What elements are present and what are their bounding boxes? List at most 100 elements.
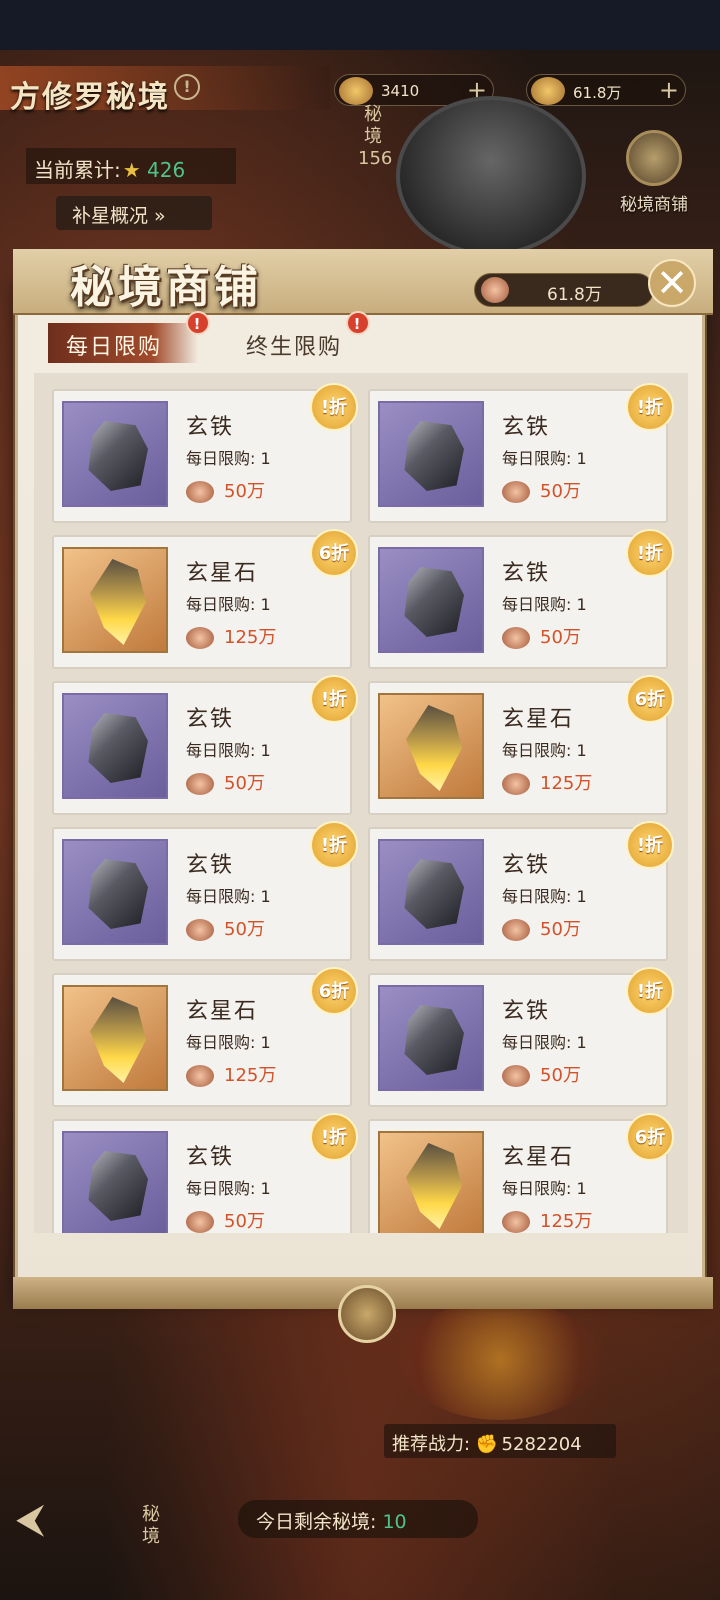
item-price: 125万 <box>186 1061 276 1089</box>
item-thumbnail <box>62 839 168 945</box>
item-price: 125万 <box>186 623 276 651</box>
coin-icon <box>186 1065 214 1087</box>
item-price: 50万 <box>186 769 265 797</box>
discount-badge: 6折 <box>626 675 674 723</box>
black-iron-icon <box>88 1151 148 1221</box>
item-card[interactable]: 玄星石 每日限购: 1 125万 6折 <box>52 967 358 1107</box>
item-thumbnail <box>62 693 168 799</box>
item-price: 125万 <box>502 1207 592 1233</box>
power-label: 推荐战力: <box>392 1434 471 1455</box>
discount-badge: 6折 <box>310 967 358 1015</box>
alert-badge-icon: ! <box>346 311 370 335</box>
boss-portrait[interactable] <box>396 96 586 256</box>
shop-emblem-icon <box>626 130 682 186</box>
help-icon[interactable]: ! <box>174 74 200 100</box>
item-card[interactable]: 玄铁 每日限购: 1 50万 !折 <box>368 529 674 669</box>
discount-badge: !折 <box>310 675 358 723</box>
item-grid[interactable]: 玄铁 每日限购: 1 50万 !折 玄铁 每日限购: 1 50万 !折 玄星石 … <box>34 373 688 1233</box>
star-stone-icon <box>406 1143 462 1229</box>
item-card[interactable]: 玄铁 每日限购: 1 50万 !折 <box>52 821 358 961</box>
alert-badge-icon: ! <box>186 311 210 335</box>
item-card[interactable]: 玄铁 每日限购: 1 50万 !折 <box>52 1113 358 1233</box>
black-iron-icon <box>88 713 148 783</box>
remaining-label: 今日剩余秘境: <box>256 1511 377 1533</box>
item-thumbnail <box>378 985 484 1091</box>
coin-icon <box>481 277 509 303</box>
status-bar <box>0 0 720 50</box>
star-stone-icon <box>406 705 462 791</box>
black-iron-icon <box>404 421 464 491</box>
coin-icon <box>186 773 214 795</box>
item-price: 50万 <box>502 915 581 943</box>
item-price: 50万 <box>502 477 581 505</box>
coin-icon <box>502 481 530 503</box>
gold-ingot-icon <box>339 77 373 105</box>
shop-tabs: 每日限购 ! 终生限购 ! <box>42 311 442 363</box>
coin-icon <box>502 1211 530 1233</box>
shop-dialog: 秘境商铺 61.8万 ✕ 每日限购 ! 终生限购 ! 玄铁 每日限购: 1 50… <box>13 249 713 1343</box>
star-tally: 当前累计: ★ 426 <box>26 148 236 184</box>
price-value: 50万 <box>224 773 265 794</box>
tally-value: 426 <box>147 158 186 182</box>
tab-lifetime-limit[interactable]: 终生限购 ! <box>228 311 370 363</box>
black-iron-icon <box>88 421 148 491</box>
item-thumbnail <box>62 985 168 1091</box>
price-value: 50万 <box>224 1211 265 1232</box>
price-value: 125万 <box>540 773 593 794</box>
shop-button-label: 秘境商铺 <box>620 195 688 215</box>
item-card[interactable]: 玄星石 每日限购: 1 125万 6折 <box>52 529 358 669</box>
close-button[interactable]: ✕ <box>648 259 696 307</box>
item-name: 玄星石 <box>186 999 259 1024</box>
item-card[interactable]: 玄铁 每日限购: 1 50万 !折 <box>368 821 674 961</box>
item-card[interactable]: 玄铁 每日限购: 1 50万 !折 <box>52 675 358 815</box>
item-card[interactable]: 玄铁 每日限购: 1 50万 !折 <box>368 383 674 523</box>
dialog-currency-value: 61.8万 <box>547 285 602 305</box>
item-price: 50万 <box>186 915 265 943</box>
hud-title: 方修罗秘境 <box>10 80 170 115</box>
tab-label: 终生限购 <box>246 335 343 360</box>
price-value: 50万 <box>540 481 581 502</box>
item-limit: 每日限购: 1 <box>502 741 587 760</box>
footer-ornament-icon <box>338 1285 396 1343</box>
back-arrow-icon[interactable]: ⮜ <box>16 1496 44 1542</box>
coin-icon <box>502 1065 530 1087</box>
item-limit: 每日限购: 1 <box>502 449 587 468</box>
coin-plus-button[interactable]: + <box>659 77 679 103</box>
item-price: 50万 <box>186 1207 265 1233</box>
item-thumbnail <box>378 839 484 945</box>
black-iron-icon <box>88 859 148 929</box>
item-limit: 每日限购: 1 <box>502 1033 587 1052</box>
item-card[interactable]: 玄铁 每日限购: 1 50万 !折 <box>368 967 674 1107</box>
item-name: 玄铁 <box>186 707 235 732</box>
item-limit: 每日限购: 1 <box>186 1179 271 1198</box>
item-card[interactable]: 玄星石 每日限购: 1 125万 6折 <box>368 1113 674 1233</box>
item-thumbnail <box>378 693 484 799</box>
coin-icon <box>186 1211 214 1233</box>
bottom-boss-emblem[interactable] <box>400 1300 600 1420</box>
star-overview-button[interactable]: 补星概况 » <box>56 196 212 230</box>
remaining-realms: 今日剩余秘境: 10 <box>238 1500 478 1538</box>
item-thumbnail <box>62 547 168 653</box>
tab-daily-limit[interactable]: 每日限购 ! <box>48 311 210 363</box>
black-iron-icon <box>404 1005 464 1075</box>
item-price: 125万 <box>502 769 592 797</box>
item-card[interactable]: 玄铁 每日限购: 1 50万 !折 <box>52 383 358 523</box>
item-card[interactable]: 玄星石 每日限购: 1 125万 6折 <box>368 675 674 815</box>
power-value: 5282204 <box>501 1434 582 1455</box>
item-limit: 每日限购: 1 <box>186 1033 271 1052</box>
discount-badge: !折 <box>626 967 674 1015</box>
bottom-side-label: 秘境 <box>142 1504 160 1547</box>
star-stone-icon <box>90 997 146 1083</box>
item-name: 玄铁 <box>502 561 551 586</box>
item-name: 玄星石 <box>502 707 575 732</box>
price-value: 50万 <box>224 481 265 502</box>
secret-shop-button[interactable]: 秘境商铺 <box>604 130 704 215</box>
item-price: 50万 <box>186 477 265 505</box>
item-name: 玄铁 <box>186 1145 235 1170</box>
star-icon: ★ <box>122 158 141 182</box>
fist-icon: ✊ <box>475 1434 499 1455</box>
coin-icon <box>186 481 214 503</box>
coin-icon <box>186 627 214 649</box>
item-limit: 每日限购: 1 <box>186 449 271 468</box>
tally-label: 当前累计: <box>34 158 121 182</box>
